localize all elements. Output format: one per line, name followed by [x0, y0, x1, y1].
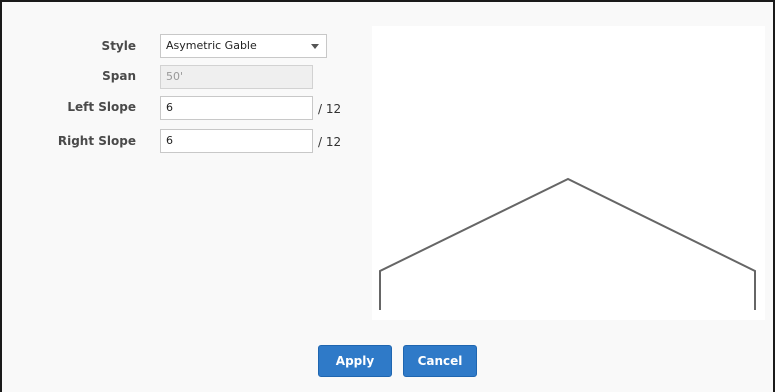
left-slope-input[interactable]: 6: [160, 96, 313, 120]
chevron-down-icon: [311, 44, 319, 49]
roof-preview: [372, 26, 765, 320]
roof-preview-svg: [379, 177, 756, 310]
right-slope-label: Right Slope: [57, 134, 136, 148]
apply-button[interactable]: Apply: [318, 345, 392, 377]
left-slope-per: / 12: [318, 102, 342, 116]
span-field: 50': [160, 65, 313, 89]
left-slope-label: Left Slope: [67, 100, 136, 114]
roof-outline: [379, 177, 756, 310]
style-select[interactable]: Asymetric Gable: [160, 34, 327, 58]
right-slope-input[interactable]: 6: [160, 129, 313, 153]
dialog-frame: Style Asymetric Gable Span 50' Left Slop…: [0, 0, 775, 392]
style-select-value: Asymetric Gable: [166, 39, 257, 52]
right-slope-per: / 12: [318, 135, 342, 149]
style-label: Style: [101, 39, 136, 53]
cancel-button[interactable]: Cancel: [403, 345, 477, 377]
outer-margin: [775, 0, 781, 392]
span-label: Span: [102, 69, 136, 83]
